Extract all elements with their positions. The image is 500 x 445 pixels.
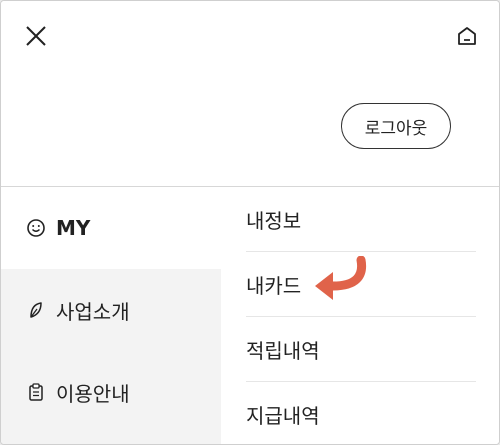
leaf-icon [26, 300, 46, 320]
logout-button[interactable]: 로그아웃 [341, 103, 451, 149]
smiley-icon [26, 218, 46, 238]
category-sidebar: MY 사업소개 이용안내 [1, 187, 221, 444]
category-my-label: MY [56, 216, 91, 240]
category-business-label: 사업소개 [56, 299, 130, 324]
submenu-payment-history[interactable]: 지급내역 [246, 382, 476, 444]
menu-header: 로그아웃 [1, 1, 499, 187]
category-guide[interactable]: 이용안내 [1, 351, 221, 433]
home-button[interactable] [456, 25, 478, 47]
curved-arrow-icon [315, 256, 367, 300]
submenu-my-info[interactable]: 내정보 [246, 187, 476, 252]
close-button[interactable] [23, 23, 49, 49]
category-business[interactable]: 사업소개 [1, 269, 221, 351]
category-guide-label: 이용안내 [56, 381, 130, 406]
submenu-panel: 내정보 내카드 적립내역 지급내역 [221, 187, 499, 444]
close-icon [26, 26, 46, 46]
home-icon [458, 27, 476, 45]
submenu-points-history[interactable]: 적립내역 [246, 317, 476, 382]
category-my[interactable]: MY [1, 187, 221, 269]
clipboard-icon [26, 382, 46, 402]
menu-screen: 로그아웃 MY 사업소개 이용안내 내정보 내카드 적립내역 지급내역 [0, 0, 500, 445]
